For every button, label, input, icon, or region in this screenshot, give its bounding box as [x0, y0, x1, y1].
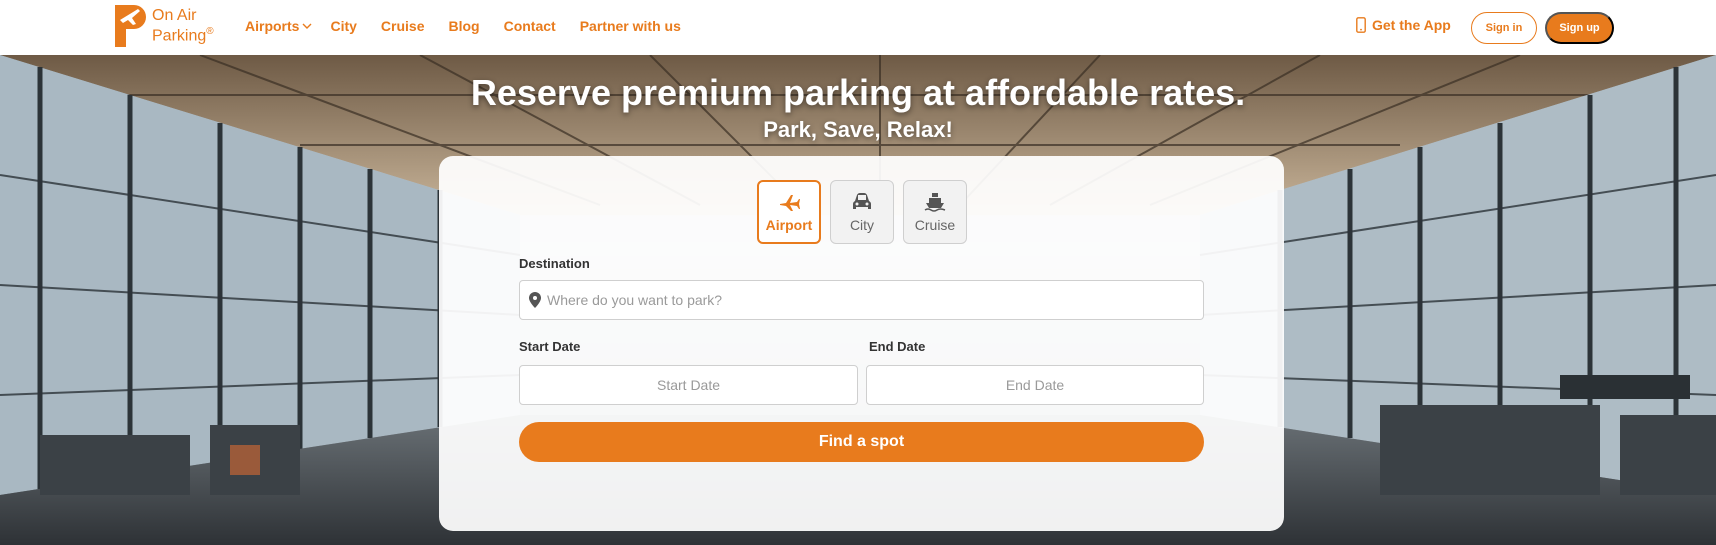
- hero-headline: Reserve premium parking at affordable ra…: [470, 72, 1246, 113]
- logo-mark-icon: [115, 5, 146, 47]
- car-icon: [853, 192, 871, 209]
- registered-mark: ®: [206, 25, 214, 37]
- destination-input[interactable]: [519, 280, 1204, 320]
- brand-logo[interactable]: On Air Parking®: [112, 2, 214, 50]
- get-app-label: Get the App: [1372, 17, 1451, 33]
- nav-blog[interactable]: Blog: [448, 18, 479, 34]
- destination-field-wrap: [519, 280, 1204, 320]
- main-nav: Airports City Cruise Blog Contact Partne…: [245, 18, 681, 34]
- map-pin-icon: [529, 292, 541, 308]
- end-date-input[interactable]: [866, 365, 1204, 405]
- hero-subheadline: Park, Save, Relax!: [763, 117, 953, 142]
- hero-section: Reserve premium parking at affordable ra…: [0, 55, 1716, 545]
- sign-in-button[interactable]: Sign in: [1471, 12, 1537, 44]
- brand-name-line2: Parking: [152, 27, 207, 45]
- start-date-label: Start Date: [519, 339, 581, 354]
- nav-cruise[interactable]: Cruise: [381, 18, 425, 34]
- sign-up-button[interactable]: Sign up: [1545, 12, 1614, 44]
- plane-icon: [780, 194, 800, 211]
- tab-city[interactable]: City: [830, 180, 894, 244]
- nav-airports-label: Airports: [245, 18, 300, 34]
- tab-cruise-label: Cruise: [914, 216, 956, 233]
- start-date-input[interactable]: [519, 365, 858, 405]
- nav-city[interactable]: City: [330, 18, 356, 34]
- tab-airport[interactable]: Airport: [757, 180, 821, 244]
- get-app-link[interactable]: Get the App: [1356, 17, 1451, 33]
- tab-airport-label: Airport: [765, 216, 813, 233]
- nav-contact[interactable]: Contact: [504, 18, 556, 34]
- destination-label: Destination: [519, 256, 590, 271]
- ship-icon: [924, 192, 946, 212]
- tab-cruise[interactable]: Cruise: [903, 180, 967, 244]
- parking-type-tabs: Airport City Cruise: [757, 180, 967, 244]
- brand-name-line1: On Air: [152, 6, 197, 24]
- end-date-label: End Date: [869, 339, 926, 354]
- phone-icon: [1356, 17, 1366, 33]
- top-navbar: On Air Parking® Airports City Cruise Blo…: [0, 0, 1716, 55]
- find-spot-button[interactable]: Find a spot: [519, 422, 1204, 462]
- nav-partner[interactable]: Partner with us: [580, 18, 681, 34]
- tab-city-label: City: [849, 216, 875, 233]
- nav-airports[interactable]: Airports: [245, 18, 312, 34]
- search-card: Airport City Cruise Destination Where do…: [439, 156, 1284, 531]
- chevron-down-icon: [302, 23, 312, 29]
